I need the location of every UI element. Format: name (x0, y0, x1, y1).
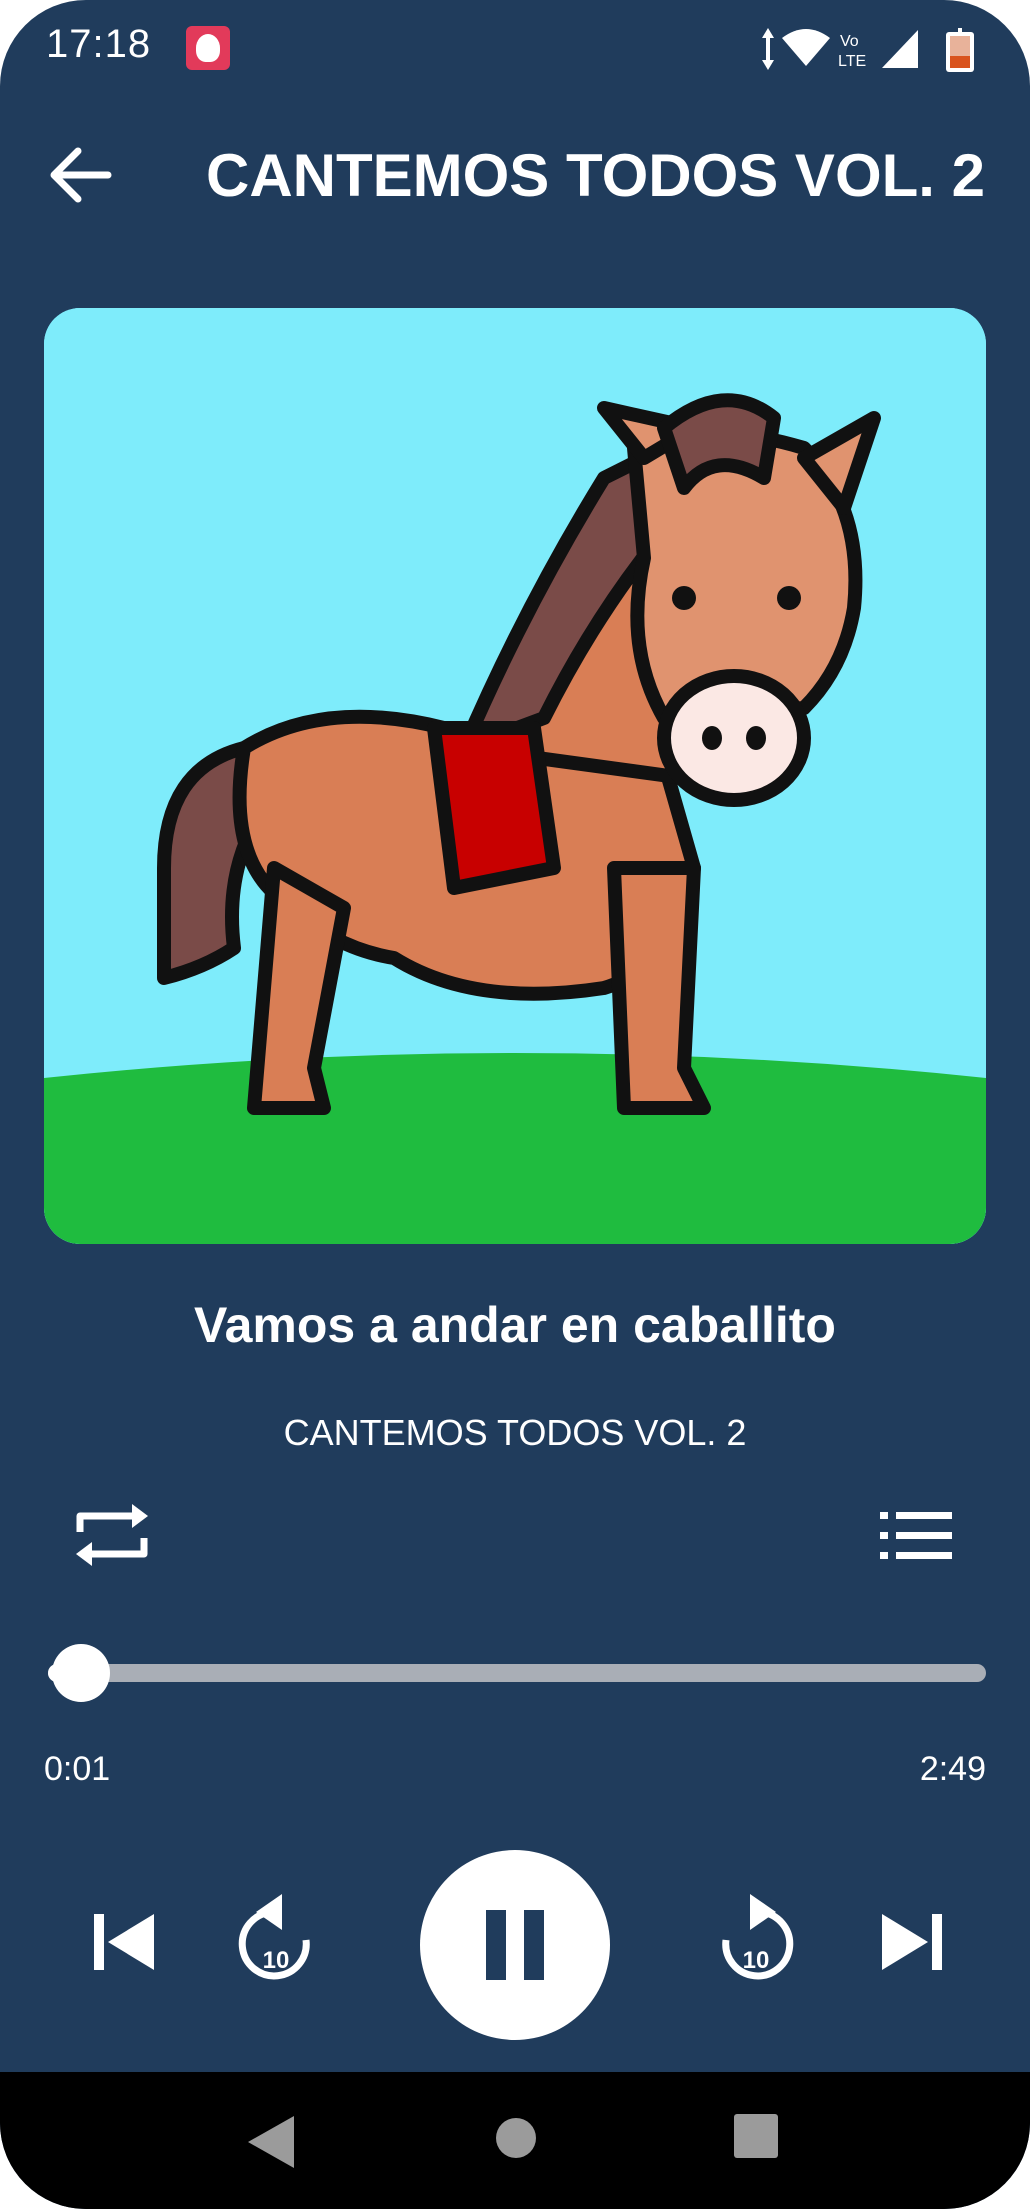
page-title: CANTEMOS TODOS VOL. 2 (206, 142, 985, 209)
playlist-icon[interactable] (880, 1508, 952, 1564)
horse-eye-left (672, 586, 696, 610)
volte-top: Vo (840, 33, 859, 50)
recents-square-icon[interactable] (734, 2114, 778, 2158)
signal-icon (882, 30, 918, 68)
system-nav-bar (0, 2072, 1030, 2209)
pause-button[interactable] (420, 1850, 610, 2040)
album-artwork (44, 308, 986, 1244)
back-triangle-icon[interactable] (246, 2114, 296, 2170)
next-track-icon[interactable] (880, 1912, 944, 1972)
data-arrows-icon (762, 28, 774, 70)
rewind-label: 10 (263, 1947, 290, 1974)
previous-track-icon[interactable] (92, 1912, 156, 1972)
horse-nostril-right (746, 726, 766, 750)
player-screen: 17:18 Vo LTE CANTEMOS TODOS VOL. 2 Vamos… (0, 0, 1030, 2209)
seek-bar-thumb[interactable] (52, 1644, 111, 1702)
repeat-icon[interactable] (72, 1498, 152, 1572)
volte-bottom: LTE (838, 53, 866, 70)
wifi-icon (782, 29, 830, 66)
top-app-bar: CANTEMOS TODOS VOL. 2 (0, 120, 1030, 230)
track-title: Vamos a andar en caballito (194, 1297, 836, 1353)
album-name: CANTEMOS TODOS VOL. 2 (283, 1412, 747, 1453)
rewind-10-icon[interactable]: 10 (238, 1888, 324, 1988)
battery-icon (946, 28, 974, 72)
horse-eye-right (777, 586, 801, 610)
horse-muzzle (657, 669, 811, 807)
status-bar: 17:18 Vo LTE (0, 0, 1030, 100)
horse-saddle (427, 721, 561, 895)
pause-icon (486, 1910, 544, 1980)
elapsed-time: 0:01 (44, 1750, 111, 1788)
grass (44, 1053, 986, 1244)
home-circle-icon[interactable] (496, 2118, 536, 2158)
app-notification-icon (186, 26, 230, 70)
arrow-left-icon[interactable] (46, 144, 116, 206)
system-status-icons: Vo LTE (762, 28, 974, 72)
forward-label: 10 (743, 1947, 770, 1974)
total-time: 2:49 (919, 1750, 986, 1788)
horse-nostril-left (702, 726, 722, 750)
forward-10-icon[interactable]: 10 (708, 1888, 794, 1988)
horse-front-leg (607, 861, 711, 1115)
seek-bar[interactable] (48, 1664, 986, 1682)
status-time: 17:18 (46, 22, 152, 66)
horse-illustration (44, 308, 986, 1244)
